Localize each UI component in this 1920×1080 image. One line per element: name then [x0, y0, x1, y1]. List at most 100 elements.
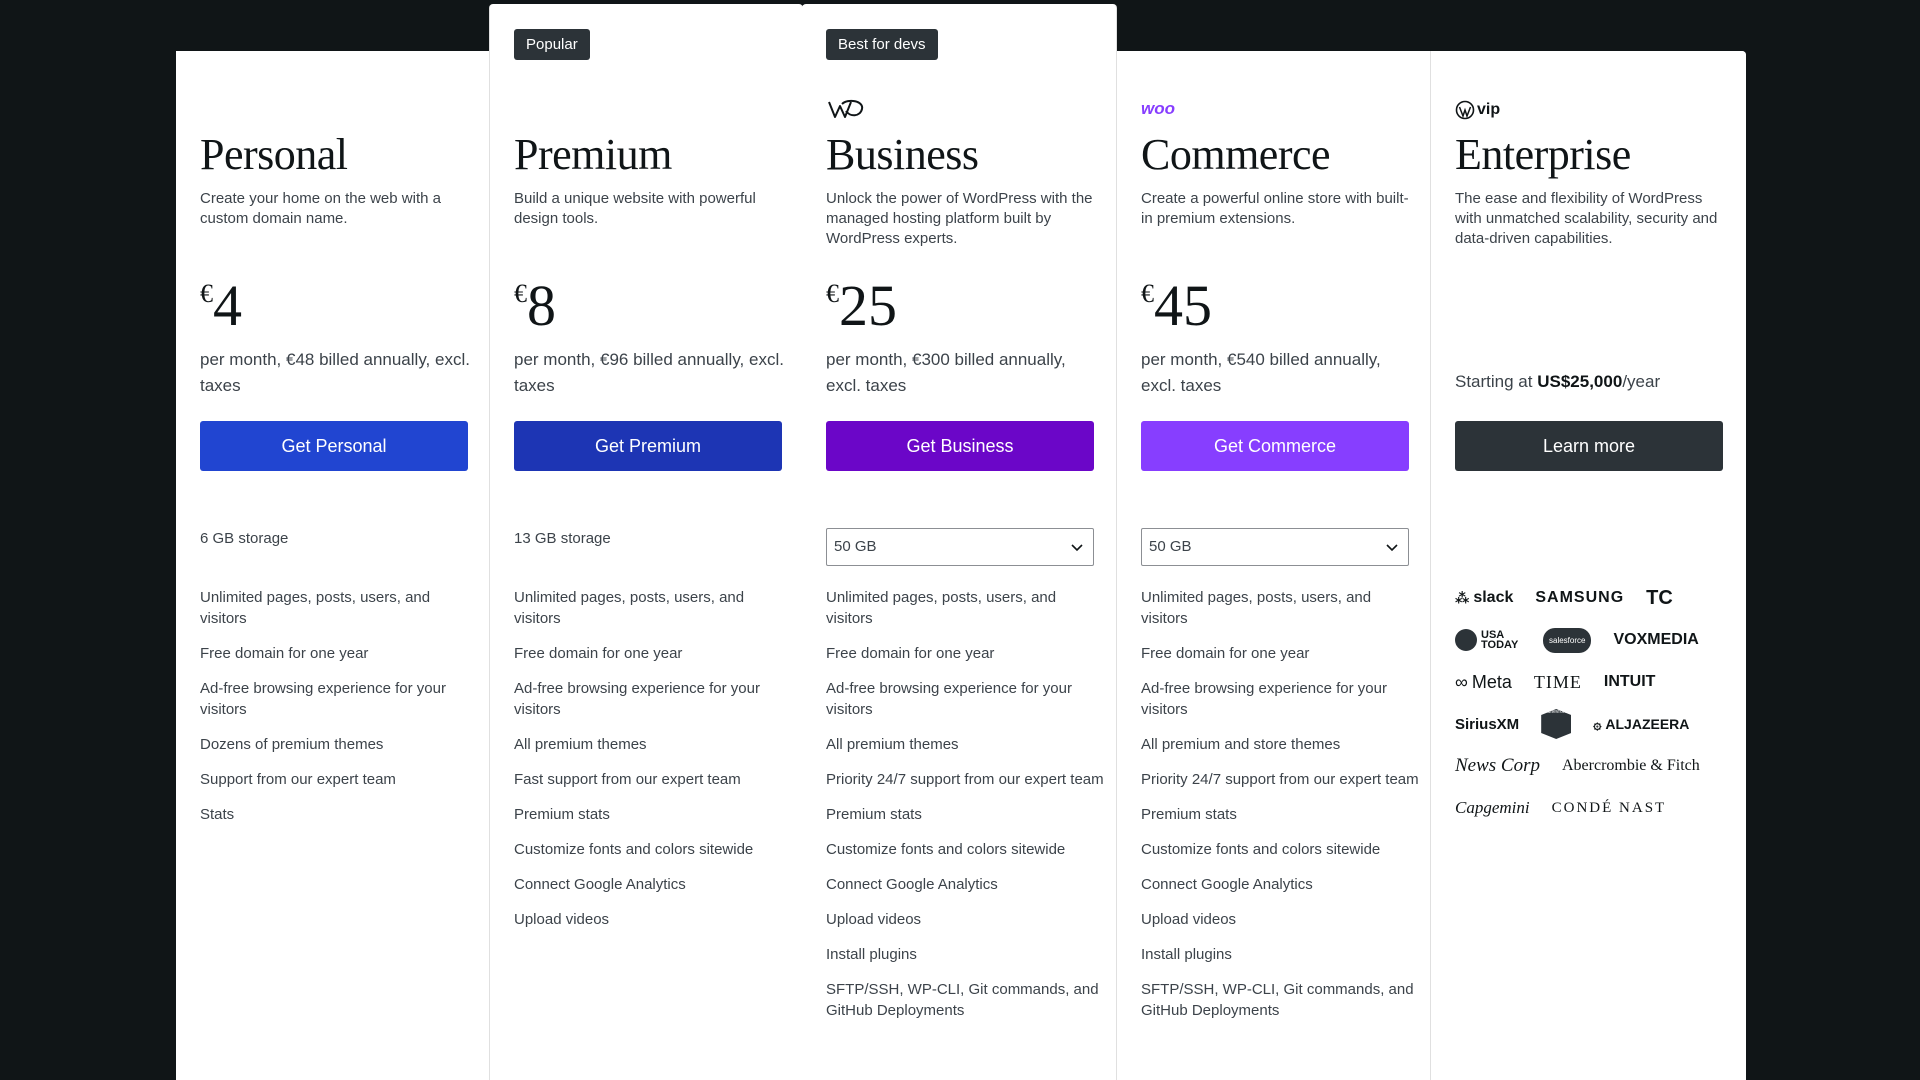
feature-item: Upload videos [514, 911, 610, 928]
feature-item: Fast support from our expert team [514, 771, 741, 788]
plan-description: Unlock the power of WordPress with the m… [826, 190, 1093, 247]
plan-price: €25 [826, 273, 897, 338]
feature-item: SFTP/SSH, WP-CLI, Git commands, and GitH… [826, 981, 1099, 1019]
feature-item: All premium and store themes [1141, 736, 1341, 753]
plan-personal: Personal Create your home on the web wit… [176, 51, 489, 1080]
get-personal-button[interactable]: Get Personal [200, 421, 468, 471]
logo-row: ∞ Meta TIME INTUIT [1455, 661, 1735, 703]
billing-note: per month, €540 billed annually, excl. t… [1141, 350, 1381, 395]
feature-item: Install plugins [826, 946, 917, 963]
feature-item: Unlimited pages, posts, users, and visit… [200, 589, 431, 627]
feature-item: SFTP/SSH, WP-CLI, Git commands, and GitH… [1141, 981, 1414, 1019]
storage-dropdown[interactable]: 50 GB [1141, 528, 1409, 566]
logo-row: Capgemini CONDÉ NAST [1455, 787, 1735, 829]
abercrombie-logo: Abercrombie & Fitch [1562, 757, 1700, 774]
plan-business: Best for devs Business Unlock the power … [802, 4, 1117, 1080]
feature-item: Ad-free browsing experience for your vis… [1141, 680, 1387, 718]
plan-description: Build a unique website with powerful des… [514, 190, 756, 227]
feature-item: Ad-free browsing experience for your vis… [514, 680, 760, 718]
popular-badge: Popular [514, 29, 590, 60]
voxmedia-logo: VOXMEDIA [1613, 631, 1699, 648]
get-commerce-button[interactable]: Get Commerce [1141, 421, 1409, 471]
plan-price: €4 [200, 273, 242, 338]
woo-logo: woo [1141, 99, 1175, 118]
salesforce-logo: salesforce [1543, 627, 1592, 653]
feature-item: Unlimited pages, posts, users, and visit… [826, 589, 1057, 627]
logo-row: SiriusXM Chevron ۞ ALJAZEERA [1455, 703, 1735, 745]
plan-enterprise: vip Enterprise The ease and flexibility … [1430, 51, 1746, 1080]
time-logo: TIME [1533, 671, 1582, 692]
news-corp-logo: News Corp [1455, 755, 1540, 776]
intuit-logo: INTUIT [1603, 673, 1656, 690]
samsung-logo: SAMSUNG [1535, 589, 1625, 606]
starting-price: Starting at US$25,000/year [1455, 372, 1661, 391]
wordpress-icon [1455, 100, 1475, 120]
feature-item: All premium themes [826, 736, 959, 753]
plan-name: Personal [200, 130, 348, 179]
chevron-down-icon [1071, 544, 1083, 552]
feature-item: Connect Google Analytics [826, 876, 998, 893]
feature-item: Stats [200, 806, 235, 823]
plan-description: The ease and flexibility of WordPress wi… [1455, 190, 1718, 247]
storage-dropdown-value: 50 GB [834, 538, 877, 555]
feature-item: Customize fonts and colors sitewide [1141, 841, 1381, 858]
logo-row: ⁂ slack SAMSUNG TC [1455, 577, 1735, 619]
plan-description: Create your home on the web with a custo… [200, 190, 441, 227]
feature-item: Customize fonts and colors sitewide [826, 841, 1066, 858]
meta-logo: ∞ Meta [1455, 671, 1512, 692]
feature-item: Support from our expert team [200, 771, 396, 788]
feature-item: Ad-free browsing experience for your vis… [200, 680, 446, 718]
feature-item: Unlimited pages, posts, users, and visit… [514, 589, 745, 627]
feature-item: Priority 24/7 support from our expert te… [826, 771, 1104, 788]
get-business-button[interactable]: Get Business [826, 421, 1094, 471]
get-premium-button[interactable]: Get Premium [514, 421, 782, 471]
feature-item: Free domain for one year [200, 645, 369, 662]
feature-item: Connect Google Analytics [514, 876, 686, 893]
techcrunch-logo: TC [1646, 586, 1673, 609]
storage-dropdown[interactable]: 50 GB [826, 528, 1094, 566]
plan-name: Premium [514, 130, 672, 179]
storage-dropdown-value: 50 GB [1149, 538, 1192, 555]
plan-name: Commerce [1141, 130, 1331, 179]
plan-name: Business [826, 130, 979, 179]
feature-item: Premium stats [514, 806, 610, 823]
billing-note: per month, €96 billed annually, excl. ta… [514, 350, 784, 395]
chevron-down-icon [1386, 544, 1398, 552]
feature-list: Unlimited pages, posts, users, and visit… [514, 587, 794, 944]
feature-item: Priority 24/7 support from our expert te… [1141, 771, 1419, 788]
storage-label: 13 GB storage [514, 530, 611, 547]
slack-logo: ⁂ slack [1455, 589, 1514, 606]
wp-cloud-logo-icon [826, 99, 866, 123]
conde-nast-logo: CONDÉ NAST [1551, 799, 1667, 816]
plan-commerce: woo Commerce Create a powerful online st… [1117, 51, 1431, 1080]
feature-list: Unlimited pages, posts, users, and visit… [200, 587, 480, 839]
billing-note: per month, €300 billed annually, excl. t… [826, 350, 1066, 395]
plan-description: Create a powerful online store with buil… [1141, 190, 1409, 227]
plan-premium: Popular Premium Build a unique website w… [489, 4, 803, 1080]
usa-today-logo: USA TODAY [1455, 629, 1521, 651]
plan-price: €8 [514, 273, 556, 338]
vip-logo: vip [1455, 98, 1500, 122]
feature-item: Install plugins [1141, 946, 1232, 963]
feature-item: Free domain for one year [514, 645, 683, 662]
feature-item: Connect Google Analytics [1141, 876, 1313, 893]
feature-item: All premium themes [514, 736, 647, 753]
feature-item: Unlimited pages, posts, users, and visit… [1141, 589, 1372, 627]
plan-price: €45 [1141, 273, 1212, 338]
feature-item: Premium stats [826, 806, 922, 823]
vip-text: vip [1477, 101, 1501, 118]
best-for-devs-badge: Best for devs [826, 29, 938, 60]
feature-item: Free domain for one year [826, 645, 995, 662]
feature-item: Premium stats [1141, 806, 1237, 823]
learn-more-button[interactable]: Learn more [1455, 421, 1723, 471]
feature-list: Unlimited pages, posts, users, and visit… [826, 587, 1106, 1035]
feature-item: Dozens of premium themes [200, 736, 384, 753]
billing-note: per month, €48 billed annually, excl. ta… [200, 350, 470, 395]
siriusxm-logo: SiriusXM [1455, 715, 1520, 733]
capgemini-logo: Capgemini [1455, 798, 1530, 817]
feature-list: Unlimited pages, posts, users, and visit… [1141, 587, 1421, 1035]
feature-item: Ad-free browsing experience for your vis… [826, 680, 1072, 718]
plan-name: Enterprise [1455, 130, 1631, 179]
feature-item: Upload videos [826, 911, 922, 928]
logo-row: USA TODAY salesforce VOXMEDIA [1455, 619, 1735, 661]
